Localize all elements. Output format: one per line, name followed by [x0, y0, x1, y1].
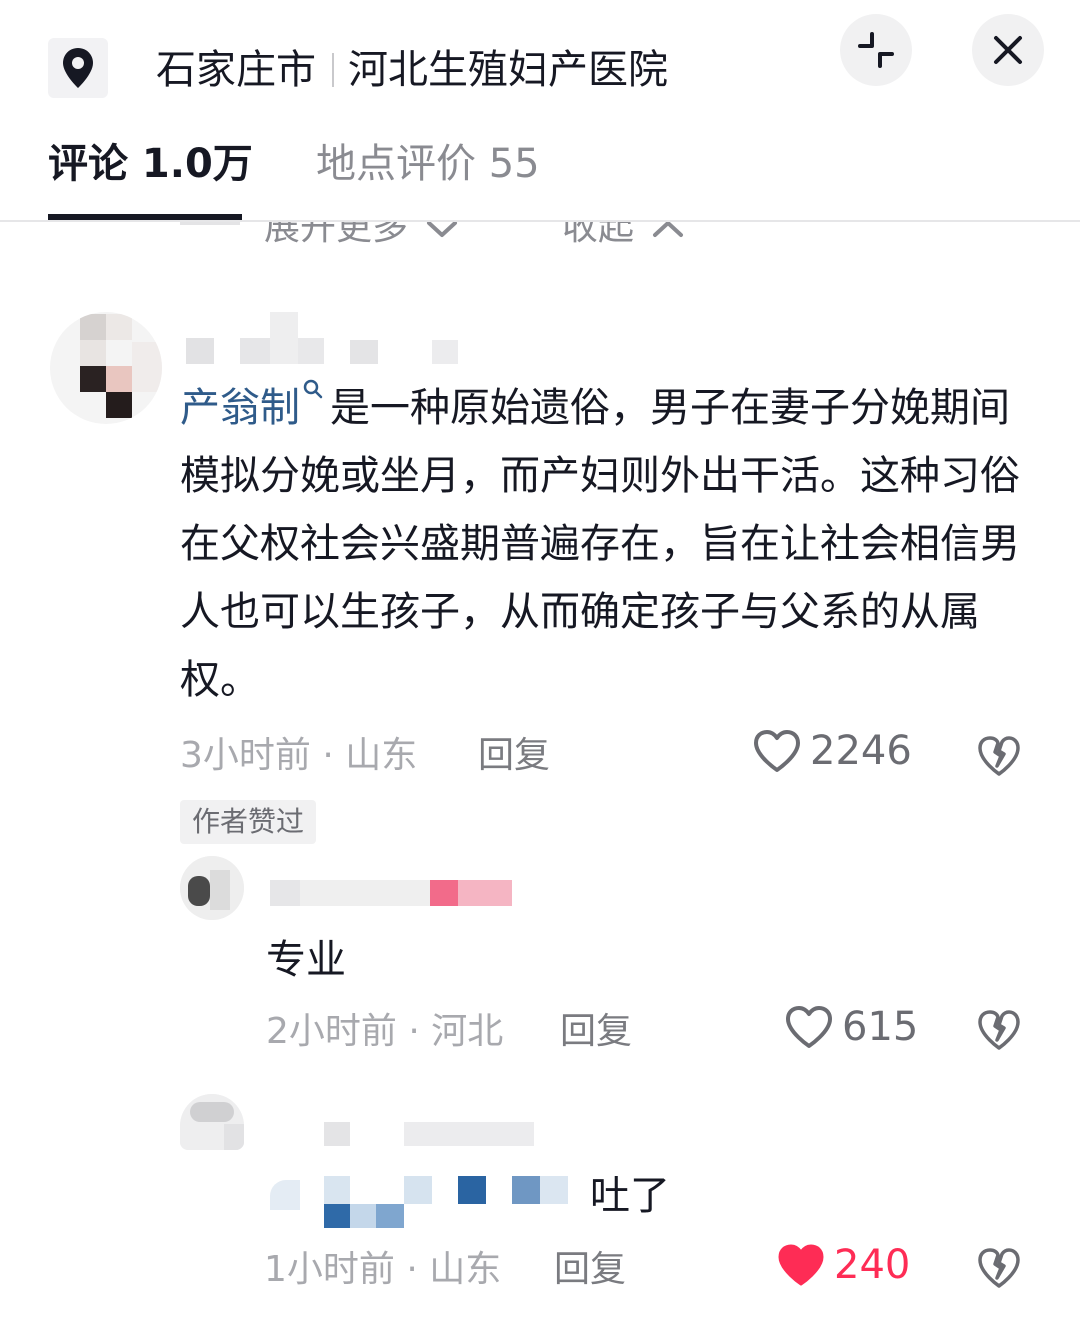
emoji-blurred-part [324, 1204, 350, 1228]
comment-text: 吐了 [590, 1173, 670, 1219]
tab-place-reviews[interactable]: 地点评价 55 [316, 138, 540, 190]
comment-text: 专业 [266, 937, 346, 983]
tab-bar: 评论 1.0万 地点评价 55 [0, 120, 1080, 222]
avatar[interactable] [180, 856, 244, 920]
expand-more-label: 展开更多 [264, 222, 409, 248]
heart-icon [786, 1006, 832, 1048]
active-tab-indicator [48, 214, 242, 220]
chevron-up-icon [653, 222, 684, 237]
username-blurred-part [350, 340, 378, 364]
place-name: 河北生殖妇产医院 [348, 47, 668, 93]
heart-filled-icon [778, 1244, 824, 1286]
username-blurred-part [298, 338, 324, 364]
like-button[interactable]: 615 [784, 1004, 918, 1050]
collapse-icon [858, 32, 894, 68]
username-blurred[interactable] [270, 880, 300, 906]
emoji-blurred-part [458, 1176, 486, 1204]
title-divider [332, 53, 334, 87]
broken-heart-icon[interactable] [976, 734, 1022, 778]
username-blurred-part [270, 312, 298, 364]
close-button[interactable] [972, 14, 1044, 86]
heart-icon [754, 730, 800, 772]
like-count: 2246 [810, 728, 912, 774]
location-pin-button[interactable] [48, 38, 108, 98]
location-pin-icon [63, 48, 93, 88]
collapse-replies-button[interactable]: 收起 [562, 222, 685, 250]
username-blurred-part [430, 880, 458, 906]
reply-button[interactable]: 回复 [554, 1248, 626, 1292]
comment-meta: 2小时前 · 河北 [266, 1011, 504, 1052]
emoji-blurred-part [350, 1204, 376, 1228]
username-blurred[interactable] [186, 338, 214, 364]
username-blurred-part [432, 340, 458, 364]
emoji-blurred-part [324, 1176, 350, 1204]
location-title[interactable]: 石家庄市 河北生殖妇产医院 [156, 40, 668, 100]
author-liked-badge: 作者赞过 [180, 800, 317, 844]
comment-body: 产翁制 是一种原始遗俗，男子在妻子分娩期间模拟分娩或坐月，而产妇则外出干活。这种… [180, 374, 1040, 714]
like-count: 615 [842, 1004, 919, 1050]
emoji-blurred-part [404, 1176, 432, 1204]
broken-heart-icon[interactable] [976, 1008, 1022, 1052]
tab-comments[interactable]: 评论 1.0万 [48, 138, 253, 190]
avatar[interactable] [180, 1094, 244, 1150]
expand-collapse-row: 展开更多 收起 [0, 222, 1080, 256]
emoji-blurred-part [376, 1204, 404, 1228]
emoji-blurred-part [512, 1176, 540, 1204]
emoji-blurred-part [540, 1176, 568, 1204]
avatar[interactable] [50, 312, 162, 424]
emoji-blurred [270, 1180, 300, 1210]
chevron-down-icon [427, 222, 458, 237]
username-blurred-part [458, 880, 512, 906]
like-count: 240 [834, 1242, 911, 1288]
comment-meta: 3小时前 · 山东 [180, 735, 418, 776]
username-blurred[interactable] [324, 1122, 350, 1146]
reply-button[interactable]: 回复 [478, 734, 550, 778]
username-blurred-part [300, 880, 430, 906]
username-blurred-part [404, 1122, 534, 1146]
expand-more-button[interactable]: 展开更多 [264, 222, 459, 250]
location-header: 石家庄市 河北生殖妇产医院 [0, 0, 1080, 120]
collapse-button[interactable] [840, 14, 912, 86]
city-name: 石家庄市 [156, 47, 316, 93]
thread-line [180, 222, 240, 225]
topic-link[interactable]: 产翁制 [180, 385, 300, 431]
username-blurred-part [240, 338, 270, 364]
comment-meta: 1小时前 · 山东 [264, 1249, 502, 1290]
search-icon [303, 379, 323, 399]
comment-text: 是一种原始遗俗，男子在妻子分娩期间模拟分娩或坐月，而产妇则外出干活。这种习俗在父… [180, 385, 1020, 703]
broken-heart-icon[interactable] [976, 1246, 1022, 1290]
like-button[interactable]: 2246 [752, 728, 912, 774]
reply-button[interactable]: 回复 [560, 1010, 632, 1054]
close-icon [994, 36, 1022, 64]
like-button[interactable]: 240 [776, 1242, 910, 1288]
collapse-label: 收起 [562, 222, 635, 248]
